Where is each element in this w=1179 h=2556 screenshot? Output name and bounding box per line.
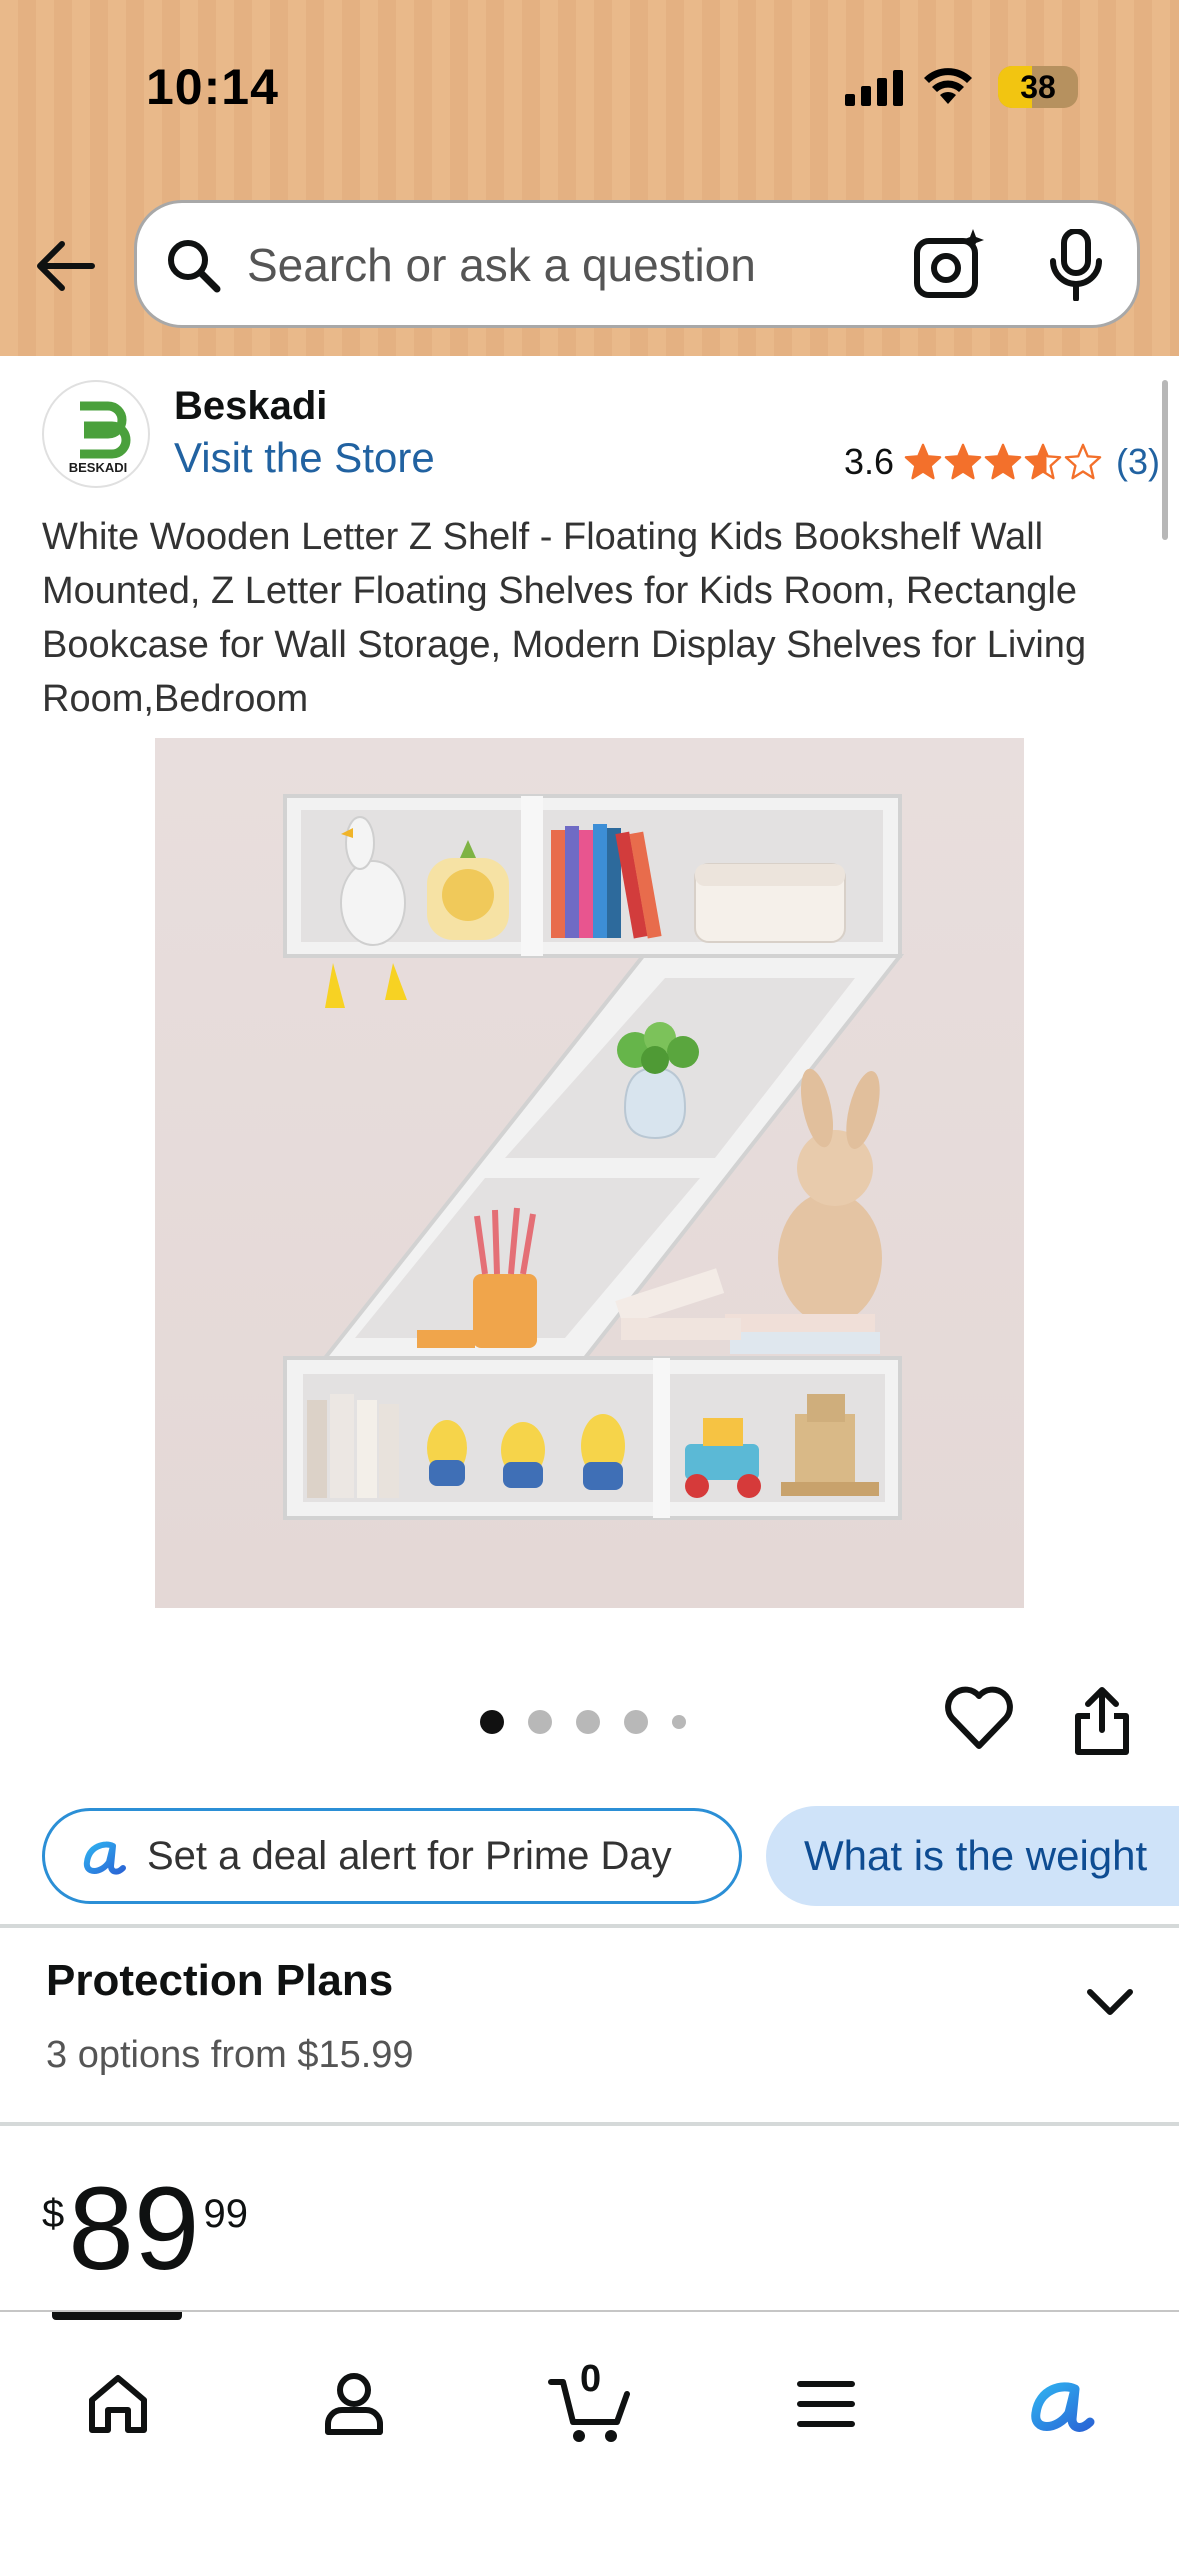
share-icon[interactable] — [1070, 1686, 1134, 1756]
star-icon — [1064, 443, 1102, 480]
battery-indicator: 38 — [998, 66, 1078, 108]
section-divider — [0, 1924, 1179, 1928]
letter-z-shelf-photo — [283, 794, 905, 1520]
back-arrow-icon[interactable] — [30, 230, 102, 302]
rating-count[interactable]: (3) — [1116, 441, 1160, 483]
product-image[interactable] — [155, 738, 1024, 1608]
nav-rufus[interactable] — [1000, 2354, 1120, 2454]
nav-home[interactable] — [58, 2354, 178, 2454]
carousel-dot[interactable] — [528, 1710, 552, 1734]
wifi-icon — [924, 68, 972, 104]
price-whole: 89 — [68, 2163, 200, 2295]
deal-alert-label: Set a deal alert for Prime Day — [147, 1833, 672, 1878]
status-time: 10:14 — [146, 59, 279, 115]
star-icon — [984, 443, 1022, 480]
chevron-down-icon[interactable] — [1082, 1982, 1138, 2022]
search-bar[interactable] — [134, 200, 1140, 328]
menu-icon — [797, 2381, 855, 2427]
camera-sparkle-icon[interactable] — [913, 227, 987, 301]
nav-account[interactable] — [294, 2354, 414, 2454]
carousel-dot[interactable] — [672, 1715, 686, 1729]
deal-alert-chip[interactable]: Set a deal alert for Prime Day — [42, 1808, 742, 1904]
price-fraction: 99 — [203, 2192, 249, 2236]
cart-count: 0 — [580, 2358, 602, 2400]
search-input[interactable] — [247, 233, 867, 297]
question-chip[interactable]: What is the weight — [766, 1806, 1179, 1906]
rufus-ai-icon — [1031, 2382, 1095, 2432]
nav-menu[interactable] — [766, 2354, 886, 2454]
cellular-signal-icon — [845, 70, 903, 106]
bottom-nav: 0 — [0, 2310, 1179, 2556]
home-icon — [89, 2375, 147, 2433]
protection-plans-subtitle: 3 options from $15.99 — [46, 2034, 414, 2076]
star-icon — [904, 443, 942, 480]
protection-plans-title: Protection Plans — [46, 1956, 394, 2005]
rating-summary[interactable]: 3.6 (3) — [844, 440, 1160, 484]
active-tab-indicator — [52, 2312, 182, 2320]
brand-logo[interactable]: BESKADI — [42, 380, 150, 488]
logo-text: BESKADI — [69, 460, 128, 475]
carousel-dot[interactable] — [480, 1710, 504, 1734]
app-header: 10:14 38 — [0, 0, 1179, 356]
question-chip-label: What is the weight — [804, 1832, 1148, 1879]
section-divider — [0, 2122, 1179, 2126]
battery-level: 38 — [1020, 69, 1056, 105]
carousel-dot[interactable] — [624, 1710, 648, 1734]
carousel-dots[interactable] — [480, 1710, 686, 1734]
star-rating — [904, 443, 1102, 481]
carousel-dot[interactable] — [576, 1710, 600, 1734]
beskadi-logo-icon: BESKADI — [69, 401, 131, 475]
price: $ 89 99 — [42, 2170, 248, 2288]
product-title: White Wooden Letter Z Shelf - Floating K… — [42, 516, 1087, 720]
star-icon — [1024, 443, 1062, 480]
star-icon — [944, 443, 982, 480]
microphone-icon[interactable] — [1045, 229, 1107, 301]
brand-name: Beskadi — [174, 384, 328, 428]
search-icon — [168, 240, 221, 293]
visit-store-link[interactable]: Visit the Store — [174, 434, 435, 482]
rufus-ai-icon — [83, 1841, 126, 1875]
price-symbol: $ — [42, 2192, 65, 2236]
nav-cart[interactable]: 0 — [530, 2354, 650, 2454]
account-icon — [325, 2373, 383, 2435]
heart-icon[interactable] — [944, 1686, 1014, 1752]
rating-value: 3.6 — [844, 441, 895, 482]
scroll-indicator — [1162, 380, 1168, 540]
